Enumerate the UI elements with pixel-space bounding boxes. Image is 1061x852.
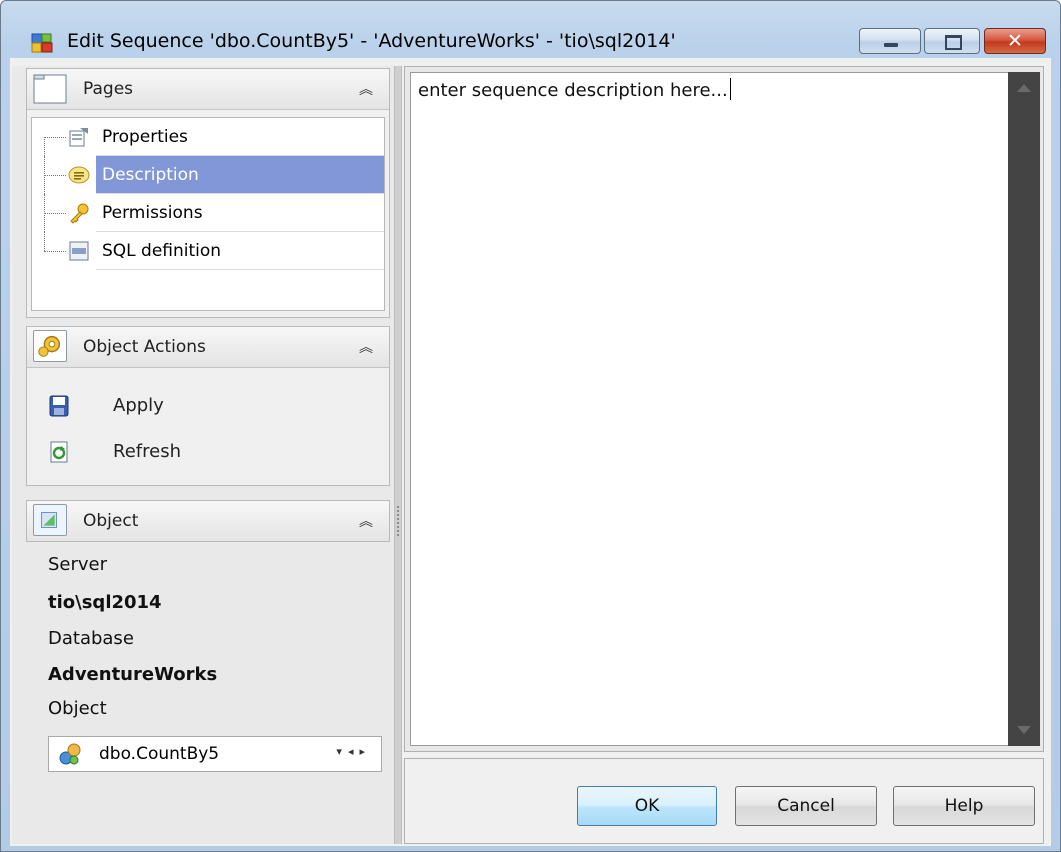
tree-connector — [44, 118, 66, 156]
tree-connector — [44, 156, 66, 194]
text-caret — [729, 78, 731, 100]
tree-item-description[interactable]: Description — [32, 156, 384, 194]
pages-tree: Properties Description Permissions SQL d… — [31, 117, 385, 311]
tree-connector — [44, 232, 66, 270]
close-button[interactable]: ✕ — [984, 28, 1046, 54]
pages-icon — [33, 74, 67, 104]
key-icon — [70, 203, 89, 224]
object-actions-header[interactable]: Object Actions ︽ — [27, 327, 389, 368]
tree-item-label: Permissions — [96, 194, 384, 232]
object-collapse-icon[interactable]: ︽ — [359, 511, 373, 531]
sql-icon — [69, 241, 89, 261]
editor-scrollbar[interactable] — [1008, 72, 1040, 746]
properties-icon — [69, 128, 88, 147]
cancel-button[interactable]: Cancel — [735, 786, 877, 826]
title-bar[interactable]: Edit Sequence 'dbo.CountBy5' - 'Adventur… — [1, 1, 1060, 59]
object-actions-title: Object Actions — [83, 337, 206, 357]
refresh-action[interactable]: Refresh — [49, 437, 349, 469]
database-value: AdventureWorks — [48, 664, 218, 685]
description-text[interactable]: enter sequence description here... — [418, 78, 731, 101]
description-editor[interactable] — [410, 72, 1010, 746]
object-actions-panel: Object Actions ︽ Apply Refresh — [26, 326, 390, 486]
pages-panel-header[interactable]: Pages ︽ — [27, 69, 389, 110]
database-label: Database — [48, 628, 134, 649]
save-icon — [49, 395, 69, 417]
selector-arrows-icon[interactable]: ▾◂▸ — [336, 745, 371, 758]
object-panel: Object ︽ Server tio\sql2014 Database Adv… — [26, 500, 390, 790]
object-icon — [33, 504, 67, 536]
gear-icon — [33, 330, 67, 362]
refresh-icon — [50, 441, 68, 463]
maximize-button[interactable] — [924, 28, 980, 54]
sequence-icon — [59, 743, 81, 765]
apply-label: Apply — [113, 395, 164, 416]
pages-panel-title: Pages — [83, 79, 134, 99]
object-panel-title: Object — [83, 511, 139, 531]
tree-item-properties[interactable]: Properties — [32, 118, 384, 156]
splitter-grip — [397, 506, 399, 536]
actions-collapse-icon[interactable]: ︽ — [359, 337, 373, 357]
app-icon — [31, 33, 53, 53]
scroll-down-icon[interactable] — [1017, 726, 1031, 734]
tree-item-permissions[interactable]: Permissions — [32, 194, 384, 232]
object-panel-header[interactable]: Object ︽ — [26, 500, 390, 542]
tree-connector — [44, 194, 66, 232]
tree-item-label: SQL definition — [96, 232, 384, 270]
tree-item-label: Properties — [96, 118, 384, 156]
server-value: tio\sql2014 — [48, 592, 162, 613]
description-icon — [68, 166, 90, 184]
ok-button[interactable]: OK — [577, 786, 717, 826]
scroll-up-icon[interactable] — [1017, 84, 1031, 92]
server-label: Server — [48, 554, 108, 575]
pages-panel: Pages ︽ Properties Description Permissio… — [26, 68, 390, 318]
tree-item-label: Description — [96, 156, 384, 194]
description-text-content: enter sequence description here... — [418, 80, 728, 101]
object-selector-value: dbo.CountBy5 — [99, 744, 220, 764]
tree-item-sql-definition[interactable]: SQL definition — [32, 232, 384, 270]
minimize-icon — [860, 29, 920, 53]
object-selector[interactable]: dbo.CountBy5 ▾◂▸ — [48, 736, 382, 772]
apply-action[interactable]: Apply — [49, 391, 349, 423]
help-button[interactable]: Help — [893, 786, 1035, 826]
pane-splitter[interactable] — [394, 66, 402, 844]
refresh-label: Refresh — [113, 441, 181, 462]
window-title: Edit Sequence 'dbo.CountBy5' - 'Adventur… — [67, 30, 676, 52]
pages-collapse-icon[interactable]: ︽ — [359, 79, 373, 99]
minimize-button[interactable] — [859, 28, 921, 54]
close-icon: ✕ — [1007, 30, 1023, 52]
maximize-icon — [925, 29, 979, 53]
object-label: Object — [48, 698, 107, 719]
